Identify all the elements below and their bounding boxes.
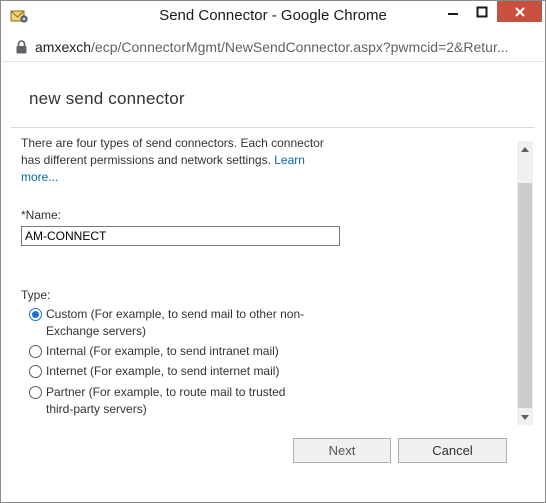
vertical-scrollbar[interactable] [517,141,533,425]
maximize-icon [476,6,487,17]
chevron-down-icon [521,414,529,420]
scroll-up-button[interactable] [517,141,533,157]
url-text[interactable]: amxexch/ecp/ConnectorMgmt/NewSendConnect… [35,39,509,55]
type-option-custom[interactable]: Custom (For example, to send mail to oth… [29,306,316,340]
type-option-label: Internet (For example, to send internet … [46,364,280,378]
radio-internet[interactable] [29,365,42,378]
browser-window: Send Connector - Google Chrome amxexch/e… [0,0,546,503]
minimize-button[interactable] [439,1,466,22]
title-bar[interactable]: Send Connector - Google Chrome [1,1,545,32]
header-divider [11,127,535,128]
intro-paragraph: There are four types of send connectors.… [21,135,341,186]
close-icon [514,6,525,17]
scroll-down-button[interactable] [517,409,533,425]
type-option-internet[interactable]: Internet (For example, to send internet … [29,363,316,380]
lock-icon [16,40,27,54]
type-option-internal[interactable]: Internal (For example, to send intranet … [29,343,316,360]
type-label: Type: [21,288,51,302]
page-title: new send connector [29,89,185,108]
type-option-label: Internal (For example, to send intranet … [46,344,279,358]
address-bar[interactable]: amxexch/ecp/ConnectorMgmt/NewSendConnect… [2,33,544,62]
maximize-button[interactable] [468,1,495,22]
type-option-partner[interactable]: Partner (For example, to route mail to t… [29,384,316,418]
minimize-icon [447,12,458,15]
form-content: There are four types of send connectors.… [21,129,511,425]
name-label: *Name: [21,208,62,222]
radio-custom[interactable] [29,308,42,321]
close-window-button[interactable] [497,1,542,22]
chevron-up-icon [521,146,529,152]
radio-internal[interactable] [29,345,42,358]
url-host: amxexch [35,39,92,55]
scroll-thumb[interactable] [518,183,532,408]
next-button[interactable]: Next [293,438,391,463]
type-option-label: Custom (For example, to send mail to oth… [46,307,305,338]
cancel-button[interactable]: Cancel [398,438,507,463]
radio-partner[interactable] [29,386,42,399]
name-field[interactable] [21,226,340,246]
url-path: /ecp/ConnectorMgmt/NewSendConnector.aspx… [91,39,509,55]
type-option-label: Partner (For example, to route mail to t… [46,385,286,416]
